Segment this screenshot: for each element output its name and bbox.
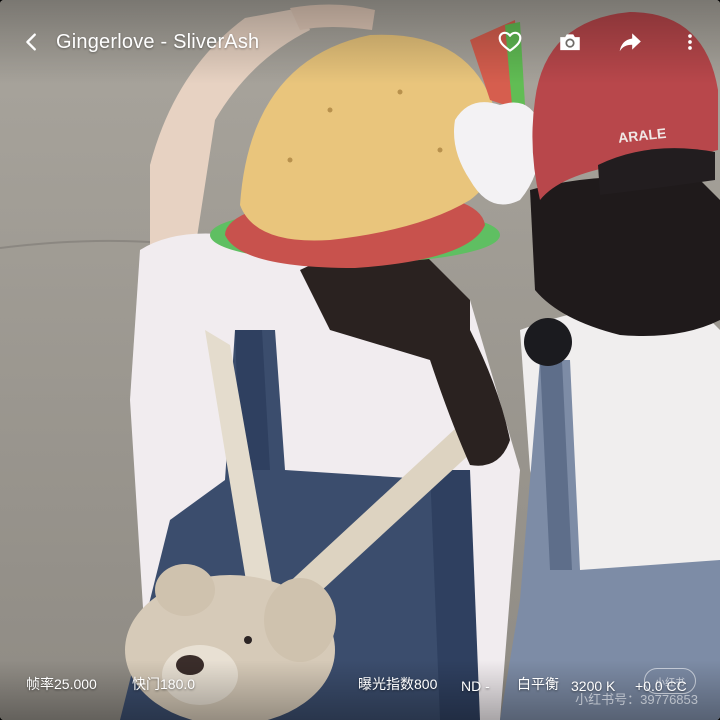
more-vertical-icon: [688, 34, 692, 50]
photo: ARALE: [0, 0, 720, 720]
photo-viewer: ARALE Gingerlove - SliverAsh 帧率25.000 快门…: [0, 0, 720, 720]
exposure-index-text: 曝光指数800: [358, 676, 438, 692]
action-group: [490, 22, 710, 62]
chevron-left-icon: [26, 33, 36, 51]
share-arrow-icon: [619, 33, 641, 52]
watermark-text: 小红书号：39776853: [575, 692, 698, 707]
back-button[interactable]: [12, 22, 52, 62]
top-bar: Gingerlove - SliverAsh: [0, 0, 720, 84]
camera-icon: [560, 34, 580, 51]
white-balance-text: 白平衡: [517, 676, 559, 692]
nd-text: ND -: [461, 678, 490, 694]
photo-title: Gingerlove - SliverAsh: [56, 30, 260, 53]
frame-rate-text: 帧率25.000: [26, 676, 97, 692]
shutter-text: 快门180.0: [132, 676, 196, 692]
more-button[interactable]: [670, 22, 710, 62]
share-button[interactable]: [610, 22, 650, 62]
favorite-button[interactable]: [490, 22, 530, 62]
heart-outline-icon: [498, 31, 522, 52]
camera-button[interactable]: [550, 22, 590, 62]
